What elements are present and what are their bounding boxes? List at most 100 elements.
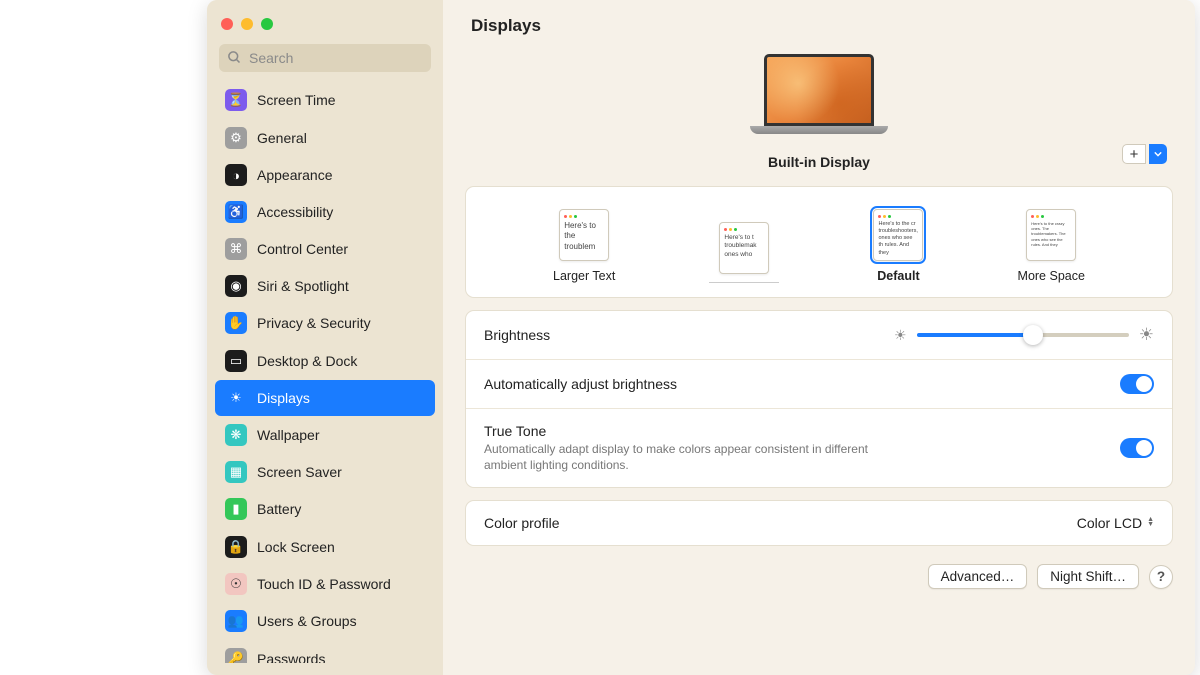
- laptop-icon: [750, 54, 888, 142]
- true-tone-row: True Tone Automatically adapt display to…: [466, 409, 1172, 487]
- sidebar-item-appearance[interactable]: ◑ Appearance: [215, 157, 435, 193]
- resolution-label: Default: [877, 269, 919, 283]
- footer-buttons: Advanced… Night Shift… ?: [443, 558, 1195, 607]
- wallpaper-icon: ❋: [225, 424, 247, 446]
- main-content: Displays Built-in Display + Here's to th…: [443, 0, 1195, 675]
- resolution-label: More Space: [1018, 269, 1085, 283]
- help-button[interactable]: ?: [1149, 565, 1173, 589]
- true-tone-toggle[interactable]: [1120, 438, 1154, 458]
- screen-time-icon: ⏳: [225, 89, 247, 111]
- sidebar-item-label: Control Center: [257, 241, 348, 257]
- preview-text: Here's to the troublem: [564, 221, 596, 251]
- color-profile-label: Color profile: [484, 515, 559, 531]
- brightness-panel: Brightness ☀ ☀ Automatically adjust brig…: [465, 310, 1173, 488]
- preview-text: Here's to the crazy ones. The troublemak…: [1031, 221, 1065, 247]
- color-profile-panel: Color profile Color LCD ▲▼: [465, 500, 1173, 546]
- display-name: Built-in Display: [768, 154, 870, 170]
- add-display-controls: +: [1122, 144, 1167, 164]
- sidebar-item-label: Touch ID & Password: [257, 576, 391, 592]
- color-profile-value: Color LCD: [1077, 515, 1142, 531]
- sidebar-item-passwords[interactable]: 🔑 Passwords: [215, 641, 435, 663]
- add-display-dropdown[interactable]: [1149, 144, 1167, 164]
- sidebar-item-battery[interactable]: ▮ Battery: [215, 491, 435, 527]
- resolution-default[interactable]: Here's to the cr troubleshooters, ones w…: [873, 209, 923, 283]
- resolution-panel: Here's to the troublem Larger Text Here'…: [465, 186, 1173, 298]
- brightness-slider[interactable]: [917, 333, 1129, 337]
- sidebar-item-screen-saver[interactable]: ▦ Screen Saver: [215, 454, 435, 490]
- desktop-dock-icon: ▭: [225, 350, 247, 372]
- resolution-step-2[interactable]: Here's to t troublemak ones who: [709, 222, 779, 283]
- sidebar-item-label: Screen Time: [257, 92, 336, 108]
- sidebar-item-label: Privacy & Security: [257, 315, 371, 331]
- brightness-label: Brightness: [484, 327, 550, 343]
- sidebar-item-wallpaper[interactable]: ❋ Wallpaper: [215, 417, 435, 453]
- sidebar-item-label: Accessibility: [257, 204, 333, 220]
- color-profile-select[interactable]: Color LCD ▲▼: [1077, 515, 1154, 531]
- brightness-slider-wrap: ☀ ☀: [894, 325, 1154, 345]
- general-icon: ⚙: [225, 127, 247, 149]
- passwords-icon: 🔑: [225, 648, 247, 663]
- search-input[interactable]: [219, 44, 431, 72]
- advanced-button[interactable]: Advanced…: [928, 564, 1028, 589]
- slider-thumb[interactable]: [1023, 325, 1043, 345]
- window-controls: [215, 12, 435, 44]
- sidebar-item-label: Screen Saver: [257, 464, 342, 480]
- sidebar-item-label: Users & Groups: [257, 613, 357, 629]
- auto-brightness-row: Automatically adjust brightness: [466, 360, 1172, 409]
- sidebar-item-label: General: [257, 130, 307, 146]
- sidebar-item-control-center[interactable]: ⌘ Control Center: [215, 231, 435, 267]
- true-tone-description: Automatically adapt display to make colo…: [484, 441, 904, 473]
- lock-screen-icon: 🔒: [225, 536, 247, 558]
- resolution-label: Larger Text: [553, 269, 615, 283]
- sidebar-item-lock-screen[interactable]: 🔒Lock Screen: [215, 529, 435, 565]
- true-tone-label: True Tone: [484, 423, 904, 439]
- resolution-line: [709, 282, 779, 283]
- control-center-icon: ⌘: [225, 238, 247, 260]
- close-icon[interactable]: [221, 18, 233, 30]
- night-shift-button[interactable]: Night Shift…: [1037, 564, 1139, 589]
- sidebar-item-desktop-dock[interactable]: ▭ Desktop & Dock: [215, 343, 435, 379]
- sidebar-item-siri-spotlight[interactable]: ◉Siri & Spotlight: [215, 268, 435, 304]
- fullscreen-icon[interactable]: [261, 18, 273, 30]
- chevron-updown-icon: ▲▼: [1147, 518, 1154, 528]
- auto-brightness-toggle[interactable]: [1120, 374, 1154, 394]
- true-tone-text: True Tone Automatically adapt display to…: [484, 423, 904, 473]
- sidebar: ⏳ Screen Time ⚙ General ◑ Appearance ♿ Accessib…: [207, 0, 443, 675]
- users-groups-icon: 👥: [225, 610, 247, 632]
- resolution-options: Here's to the troublem Larger Text Here'…: [466, 187, 1172, 297]
- appearance-icon: ◑: [225, 164, 247, 186]
- sidebar-item-label: Appearance: [257, 167, 333, 183]
- resolution-more-space[interactable]: Here's to the crazy ones. The troublemak…: [1018, 209, 1085, 283]
- search-wrap: [219, 44, 431, 72]
- sidebar-item-accessibility[interactable]: ♿ Accessibility: [215, 194, 435, 230]
- siri-spotlight-icon: ◉: [225, 275, 247, 297]
- sidebar-item-displays[interactable]: ☀Displays: [215, 380, 435, 416]
- add-display-button[interactable]: +: [1122, 144, 1146, 164]
- settings-window: ⏳ Screen Time ⚙ General ◑ Appearance ♿ Accessib…: [207, 0, 1195, 675]
- screen-saver-icon: ▦: [225, 461, 247, 483]
- minimize-icon[interactable]: [241, 18, 253, 30]
- accessibility-icon: ♿: [225, 201, 247, 223]
- sidebar-item-label: Desktop & Dock: [257, 353, 357, 369]
- sidebar-item-touch-id-password[interactable]: ☉ Touch ID & Password: [215, 566, 435, 602]
- color-profile-row: Color profile Color LCD ▲▼: [466, 501, 1172, 545]
- brightness-high-icon: ☀: [1139, 325, 1154, 345]
- display-preview: Built-in Display +: [443, 46, 1195, 186]
- sidebar-item-users-groups[interactable]: 👥 Users & Groups: [215, 603, 435, 639]
- privacy-security-icon: ✋: [225, 312, 247, 334]
- displays-icon: ☀: [225, 387, 247, 409]
- preview-text: Here's to the cr troubleshooters, ones w…: [878, 221, 917, 256]
- auto-brightness-label: Automatically adjust brightness: [484, 376, 677, 392]
- resolution-larger-text[interactable]: Here's to the troublem Larger Text: [553, 209, 615, 283]
- preview-text: Here's to t troublemak ones who: [724, 234, 756, 258]
- sidebar-item-screen-time[interactable]: ⏳ Screen Time: [215, 82, 435, 118]
- sidebar-item-general[interactable]: ⚙ General: [215, 120, 435, 156]
- battery-icon: ▮: [225, 498, 247, 520]
- sidebar-item-label: Passwords: [257, 651, 325, 663]
- sidebar-item-privacy-security[interactable]: ✋ Privacy & Security: [215, 305, 435, 341]
- sidebar-item-label: Wallpaper: [257, 427, 320, 443]
- touch-id-password-icon: ☉: [225, 573, 247, 595]
- page-title: Displays: [443, 0, 1195, 46]
- brightness-row: Brightness ☀ ☀: [466, 311, 1172, 360]
- sidebar-item-label: Battery: [257, 501, 301, 517]
